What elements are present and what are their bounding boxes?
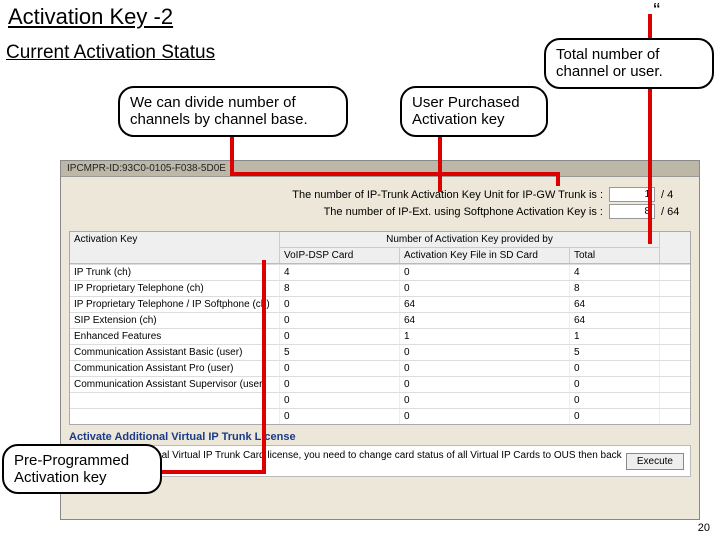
table-row: Communication Assistant Basic (user)505 xyxy=(70,344,690,360)
cell-card: 0 xyxy=(280,409,400,424)
activation-table: Activation Key Number of Activation Key … xyxy=(69,231,691,425)
col-total: Total xyxy=(570,248,660,263)
col-sd-card: Activation Key File in SD Card xyxy=(400,248,570,263)
cell-sd: 0 xyxy=(400,377,570,392)
table-header: Activation Key Number of Activation Key … xyxy=(70,232,690,264)
callout-total-channels: Total number of channel or user. xyxy=(544,38,714,89)
cell-key: Communication Assistant Pro (user) xyxy=(70,361,280,376)
table-row: 000 xyxy=(70,392,690,408)
cell-sd: 0 xyxy=(400,345,570,360)
cell-sd: 64 xyxy=(400,297,570,312)
cell-card: 0 xyxy=(280,361,400,376)
cell-key: Communication Assistant Basic (user) xyxy=(70,345,280,360)
col-group-provided-by: Number of Activation Key provided by xyxy=(280,232,660,248)
cell-total: 4 xyxy=(570,265,660,280)
cell-card: 4 xyxy=(280,265,400,280)
page-subtitle: Current Activation Status xyxy=(6,42,215,64)
cell-sd: 0 xyxy=(400,361,570,376)
cell-sd: 1 xyxy=(400,329,570,344)
cell-sd: 0 xyxy=(400,265,570,280)
cell-key: IP Trunk (ch) xyxy=(70,265,280,280)
col-voip-card: VoIP-DSP Card xyxy=(280,248,400,263)
arrow-prepro-v xyxy=(262,260,266,474)
cell-sd: 64 xyxy=(400,313,570,328)
cell-total: 0 xyxy=(570,361,660,376)
summary-label: The number of IP-Ext. using Softphone Ac… xyxy=(324,206,603,218)
quote-mark: “ xyxy=(653,0,660,23)
page-title: Activation Key -2 xyxy=(8,4,173,30)
cell-key xyxy=(70,393,280,408)
summary-row-ipext: The number of IP-Ext. using Softphone Ac… xyxy=(73,204,687,219)
cell-key: Enhanced Features xyxy=(70,329,280,344)
cell-total: 64 xyxy=(570,297,660,312)
cell-key xyxy=(70,409,280,424)
table-row: 000 xyxy=(70,408,690,424)
license-title: Activate Additional Virtual IP Trunk Lic… xyxy=(69,431,691,443)
cell-total: 5 xyxy=(570,345,660,360)
cell-card: 0 xyxy=(280,329,400,344)
cell-key: Communication Assistant Supervisor (user… xyxy=(70,377,280,392)
execute-button[interactable]: Execute xyxy=(626,453,684,470)
cell-sd: 0 xyxy=(400,281,570,296)
cell-sd: 0 xyxy=(400,409,570,424)
table-row: SIP Extension (ch)06464 xyxy=(70,312,690,328)
cell-sd: 0 xyxy=(400,393,570,408)
cell-key: IP Proprietary Telephone (ch) xyxy=(70,281,280,296)
page-number: 20 xyxy=(698,522,710,534)
callout-user-purchased-key: User Purchased Activation key xyxy=(400,86,548,137)
cell-total: 8 xyxy=(570,281,660,296)
table-row: IP Proprietary Telephone / IP Softphone … xyxy=(70,296,690,312)
cell-key: IP Proprietary Telephone / IP Softphone … xyxy=(70,297,280,312)
cell-total: 64 xyxy=(570,313,660,328)
cell-key: SIP Extension (ch) xyxy=(70,313,280,328)
col-activation-key: Activation Key xyxy=(70,232,280,263)
cell-card: 8 xyxy=(280,281,400,296)
table-row: Communication Assistant Supervisor (user… xyxy=(70,376,690,392)
cell-total: 0 xyxy=(570,393,660,408)
callout-divide-channels: We can divide number of channels by chan… xyxy=(118,86,348,137)
table-row: IP Trunk (ch)404 xyxy=(70,264,690,280)
arrow-divide-v2 xyxy=(556,172,560,186)
summary-label: The number of IP-Trunk Activation Key Un… xyxy=(292,189,603,201)
callout-pre-programmed-key: Pre-Programmed Activation key xyxy=(2,444,162,495)
cell-total: 0 xyxy=(570,409,660,424)
arrow-divide-h xyxy=(230,172,560,176)
table-row: IP Proprietary Telephone (ch)808 xyxy=(70,280,690,296)
cell-card: 0 xyxy=(280,313,400,328)
arrow-userkey xyxy=(438,132,442,192)
cell-card: 0 xyxy=(280,297,400,312)
arrow-divide-v xyxy=(230,132,234,172)
cell-card: 0 xyxy=(280,377,400,392)
cell-total: 1 xyxy=(570,329,660,344)
summary-panel: The number of IP-Trunk Activation Key Un… xyxy=(61,177,699,227)
cell-total: 0 xyxy=(570,377,660,392)
summary-row-iptrunk: The number of IP-Trunk Activation Key Un… xyxy=(73,187,687,202)
table-body: IP Trunk (ch)404IP Proprietary Telephone… xyxy=(70,264,690,424)
cell-card: 0 xyxy=(280,393,400,408)
cell-card: 5 xyxy=(280,345,400,360)
summary-max: / 4 xyxy=(661,189,687,201)
table-row: Enhanced Features011 xyxy=(70,328,690,344)
arrow-prepro-h xyxy=(162,470,262,474)
summary-max: / 64 xyxy=(661,206,687,218)
table-row: Communication Assistant Pro (user)000 xyxy=(70,360,690,376)
